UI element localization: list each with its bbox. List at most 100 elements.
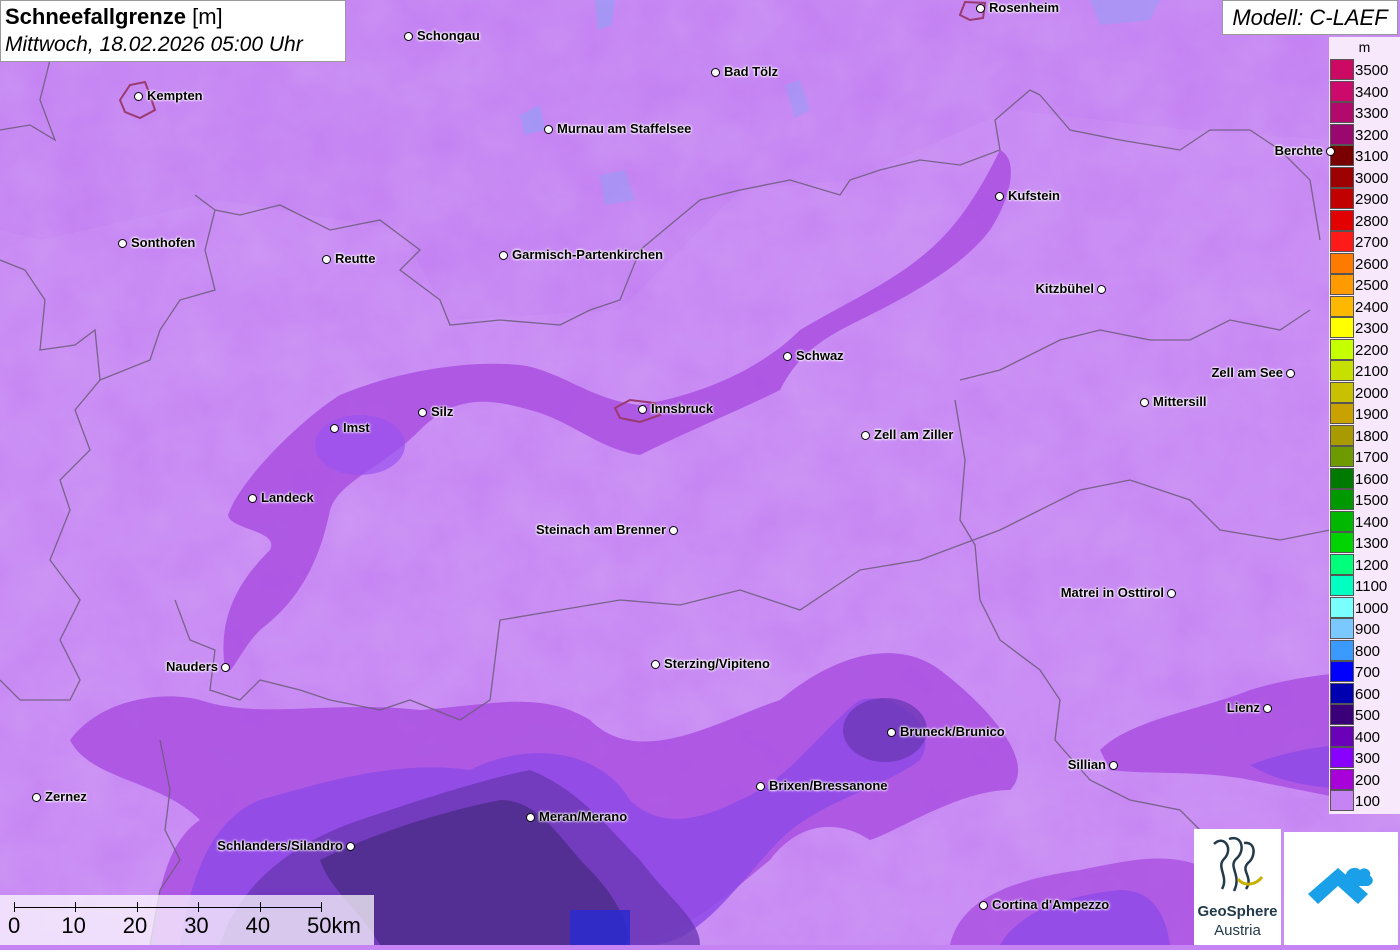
city-dot-icon (711, 68, 720, 77)
legend-swatch (1330, 639, 1354, 661)
legend-swatch (1330, 59, 1354, 80)
legend-swatch (1330, 704, 1354, 725)
city-label: Zernez (45, 789, 87, 804)
legend-label: 3200 (1355, 126, 1389, 144)
legend-label: 2300 (1355, 320, 1389, 337)
city-label: Steinach am Brenner (535, 522, 666, 537)
legend-swatch (1330, 274, 1354, 295)
city-dot-icon (499, 251, 508, 260)
city-dot-icon (404, 32, 413, 41)
scale-label: 10 (61, 913, 86, 938)
legend-swatch (1330, 553, 1354, 575)
legend-label: 1600 (1355, 470, 1389, 488)
legend-swatch (1330, 252, 1354, 274)
legend-swatch (1330, 725, 1354, 747)
city-dot-icon (544, 125, 553, 134)
legend-label: 1500 (1355, 492, 1389, 509)
legend-label: 3300 (1355, 105, 1389, 122)
legend-swatch (1330, 768, 1354, 790)
legend-swatch (1330, 489, 1354, 510)
legend-swatch (1330, 338, 1354, 360)
city-dot-icon (1140, 398, 1149, 407)
legend-swatch (1330, 747, 1354, 768)
scale-tick (198, 902, 200, 912)
city-label: Imst (343, 420, 370, 435)
city-label: Kempten (147, 88, 203, 103)
city-label: Nauders (165, 659, 218, 674)
scale-label: 20 (122, 913, 148, 938)
city-label: Reutte (335, 251, 376, 266)
city-label: Kufstein (1008, 188, 1060, 203)
geosphere-logo-icon (1213, 836, 1264, 892)
legend-label: 900 (1355, 621, 1381, 638)
legend-label: 2100 (1355, 363, 1389, 380)
legend-label: 400 (1355, 728, 1381, 746)
legend-swatch (1330, 790, 1354, 811)
legend-swatch (1330, 381, 1354, 403)
legend-swatch (1330, 467, 1354, 489)
city-dot-icon (1109, 761, 1118, 770)
legend-label: 2700 (1355, 234, 1389, 251)
city-label: Zell am See (1211, 365, 1283, 380)
scale-bar-line (14, 907, 321, 908)
map-title: Schneefallgrenze [m] (5, 3, 341, 31)
city-dot-icon (979, 901, 988, 910)
city-label: Innsbruck (651, 401, 714, 416)
color-legend: m 3500 3400 3300 3200 3100 3000 2900 2800 2700 26… (1329, 37, 1400, 814)
legend-swatch (1330, 317, 1354, 338)
legend-swatch (1330, 510, 1354, 532)
city-label: Silz (431, 404, 454, 419)
legend-swatch (1330, 596, 1354, 618)
city-dot-icon (1263, 704, 1272, 713)
city-dot-icon (134, 92, 143, 101)
geosphere-logo-name: GeoSphere (1197, 903, 1278, 920)
legend-label: 2500 (1355, 277, 1389, 294)
city-label: Lienz (1226, 700, 1260, 715)
city-dot-icon (1097, 285, 1106, 294)
city-label: Matrei in Osttirol (1060, 585, 1164, 600)
legend-swatch (1330, 123, 1354, 145)
model-label: Modell: C-LAEF (1222, 0, 1398, 35)
city-dot-icon (1326, 147, 1335, 156)
city-label: Schlanders/Silandro (217, 838, 343, 853)
legend-swatch (1330, 446, 1354, 467)
city-label: Schongau (417, 28, 480, 43)
city-label: Schwaz (796, 348, 844, 363)
scale-label: 50km (307, 913, 361, 938)
scale-bar: 0 10 20 30 40 50km (0, 895, 374, 945)
forecast-datetime: Mittwoch, 18.02.2026 05:00 Uhr (5, 33, 303, 56)
legend-label: 2400 (1355, 298, 1389, 316)
city-dot-icon (248, 494, 257, 503)
legend-swatch (1330, 209, 1354, 231)
legend-label: 2800 (1355, 212, 1389, 230)
city-label: Bruneck/Brunico (900, 724, 1005, 739)
city-dot-icon (322, 255, 331, 264)
legend-label: 2200 (1355, 341, 1389, 359)
city-dot-icon (861, 431, 870, 440)
city-label: Sterzing/Vipiteno (664, 656, 770, 671)
city-label: Bad Tölz (724, 64, 779, 79)
legend-label: 1800 (1355, 427, 1389, 445)
scale-tick (14, 902, 15, 912)
city-label: Sillian (1067, 757, 1106, 772)
geosphere-logo[interactable]: GeoSphere Austria (1194, 829, 1281, 945)
legend-label: 3400 (1355, 83, 1389, 101)
legend-swatch (1330, 188, 1354, 209)
city-dot-icon (756, 782, 765, 791)
legend-label: 1300 (1355, 535, 1389, 552)
legend-label: 1100 (1355, 578, 1388, 595)
contour-band-600-spot (570, 910, 630, 945)
legend-label: 1400 (1355, 513, 1389, 531)
legend-swatch (1330, 618, 1354, 639)
legend-label: 3100 (1355, 148, 1389, 165)
city-dot-icon (32, 793, 41, 802)
scale-tick (259, 902, 261, 912)
city-dot-icon (1167, 589, 1176, 598)
city-label: Meran/Merano (539, 809, 628, 824)
app-logo[interactable] (1284, 832, 1398, 945)
legend-label: 700 (1355, 664, 1381, 681)
city-dot-icon (995, 192, 1004, 201)
legend-label: 500 (1355, 707, 1381, 724)
city-label: Kitzbühel (1035, 281, 1095, 296)
map-title-unit: [m] (192, 4, 223, 29)
